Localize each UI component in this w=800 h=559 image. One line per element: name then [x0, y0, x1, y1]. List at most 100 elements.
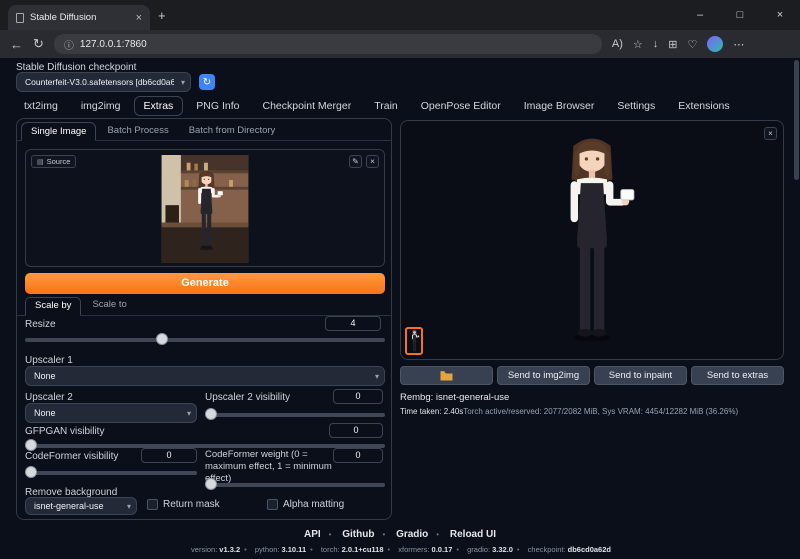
version-value: 3.10.11 — [282, 545, 307, 554]
upscaler1-value: None — [34, 371, 56, 381]
tab-settings[interactable]: Settings — [607, 96, 665, 116]
main-tab-bar: txt2img img2img Extras PNG Info Checkpoi… — [14, 96, 740, 116]
separator-dot: • — [310, 545, 313, 554]
alpha-matting-option[interactable]: Alpha matting — [267, 499, 344, 510]
slider-handle[interactable] — [156, 333, 168, 345]
tab-scale-by[interactable]: Scale by — [25, 297, 81, 316]
more-menu-icon[interactable]: ⋯ — [733, 38, 744, 51]
alpha-matting-checkbox[interactable] — [267, 499, 278, 510]
slider-handle[interactable] — [205, 408, 217, 420]
tab-img2img[interactable]: img2img — [71, 96, 131, 116]
folder-icon — [440, 370, 453, 381]
open-folder-button[interactable] — [400, 366, 493, 385]
send-to-extras-button[interactable]: Send to extras — [691, 366, 784, 385]
slider-track[interactable] — [205, 483, 385, 487]
tab-image-browser[interactable]: Image Browser — [514, 96, 605, 116]
version-key: version: — [191, 545, 217, 554]
upscaler1-dropdown[interactable]: None ▾ — [25, 366, 385, 386]
slider-handle[interactable] — [25, 466, 37, 478]
new-tab-button[interactable]: + — [158, 8, 166, 23]
codeformer-weight-slider[interactable] — [205, 478, 385, 490]
upscaler2-visibility-slider[interactable] — [205, 408, 385, 420]
result-image[interactable] — [536, 131, 648, 345]
resize-slider[interactable] — [25, 333, 385, 345]
tab-txt2img[interactable]: txt2img — [14, 96, 68, 116]
footer-link-gradio[interactable]: Gradio — [396, 529, 428, 540]
read-aloud-icon[interactable]: A) — [612, 38, 623, 50]
alpha-matting-label: Alpha matting — [283, 499, 344, 510]
footer-link-reload-ui[interactable]: Reload UI — [450, 529, 496, 540]
return-mask-option[interactable]: Return mask — [147, 499, 220, 510]
codeformer-visibility-slider[interactable] — [25, 466, 197, 478]
tab-title: Stable Diffusion — [30, 12, 130, 23]
tab-checkpoint-merger[interactable]: Checkpoint Merger — [252, 96, 361, 116]
codeformer-weight-number-input[interactable]: 0 — [333, 448, 383, 463]
send-to-img2img-button[interactable]: Send to img2img — [497, 366, 590, 385]
slider-handle[interactable] — [25, 439, 37, 451]
browser-tab[interactable]: Stable Diffusion × — [8, 5, 150, 30]
rembg-info: Rembg: isnet-general-use — [400, 392, 509, 403]
slider-track[interactable] — [25, 471, 197, 475]
browser-titlebar: Stable Diffusion × + – □ × — [0, 0, 800, 30]
minimize-button[interactable]: – — [680, 0, 720, 30]
tab-train[interactable]: Train — [364, 96, 408, 116]
window-controls: – □ × — [680, 0, 800, 30]
downloads-icon[interactable]: ↓ — [653, 38, 659, 50]
slider-handle[interactable] — [205, 478, 217, 490]
slider-track[interactable] — [25, 338, 385, 342]
subtab-batch-process[interactable]: Batch Process — [98, 122, 177, 140]
tab-openpose-editor[interactable]: OpenPose Editor — [411, 96, 511, 116]
version-value: 0.0.17 — [432, 545, 453, 554]
address-bar[interactable]: ⓘ 127.0.0.1:7860 — [54, 34, 602, 54]
send-to-inpaint-button[interactable]: Send to inpaint — [594, 366, 687, 385]
separator-dot: • — [329, 530, 332, 539]
favorites-star-icon[interactable]: ☆ — [633, 38, 643, 51]
source-image[interactable] — [161, 155, 249, 263]
thumbnail-image — [408, 329, 421, 353]
extras-subtab-bar: Single Image Batch Process Batch from Di… — [17, 119, 391, 141]
codeformer-visibility-number-input[interactable]: 0 — [141, 448, 197, 463]
resize-label: Resize — [25, 319, 56, 330]
footer-link-api[interactable]: API — [304, 529, 321, 540]
gfpgan-number-input[interactable]: 0 — [329, 423, 383, 438]
remove-background-dropdown[interactable]: isnet-general-use ▾ — [25, 497, 137, 515]
slider-track[interactable] — [25, 444, 385, 448]
tab-scale-to[interactable]: Scale to — [83, 297, 135, 315]
upscaler2-dropdown[interactable]: None ▾ — [25, 403, 197, 423]
checkpoint-dropdown[interactable]: Counterfeit-V3.0.safetensors [db6cd0a62d… — [16, 72, 191, 92]
separator-dot: • — [388, 545, 391, 554]
close-button[interactable]: × — [760, 0, 800, 30]
return-mask-checkbox[interactable] — [147, 499, 158, 510]
browser-essentials-icon[interactable]: ♡ — [688, 38, 698, 51]
edit-image-icon[interactable]: ✎ — [349, 155, 362, 168]
subtab-single-image[interactable]: Single Image — [21, 122, 96, 141]
separator-dot: • — [244, 545, 247, 554]
upscaler2-visibility-label: Upscaler 2 visibility — [205, 392, 290, 403]
source-image-dropzone[interactable]: ▤ Source ✎ × — [25, 149, 385, 267]
back-icon[interactable]: ← — [10, 37, 23, 52]
maximize-button[interactable]: □ — [720, 0, 760, 30]
separator-dot: • — [436, 530, 439, 539]
gallery-close-icon[interactable]: × — [764, 127, 777, 140]
generate-button[interactable]: Generate — [25, 273, 385, 294]
upscaler2-visibility-number-input[interactable]: 0 — [333, 389, 383, 404]
refresh-checkpoints-button[interactable]: ↻ — [199, 74, 215, 90]
tab-extras[interactable]: Extras — [134, 96, 184, 116]
tab-close-icon[interactable]: × — [136, 12, 142, 24]
chevron-down-icon: ▾ — [127, 502, 131, 511]
tab-png-info[interactable]: PNG Info — [186, 96, 249, 116]
extensions-icon[interactable]: ⊞ — [668, 38, 677, 51]
output-gallery: × — [400, 120, 784, 360]
site-info-icon[interactable]: ⓘ — [64, 37, 74, 52]
tab-extensions[interactable]: Extensions — [668, 96, 739, 116]
resize-number-input[interactable]: 4 — [325, 316, 381, 331]
slider-track[interactable] — [205, 413, 385, 417]
reload-icon[interactable]: ↻ — [33, 36, 44, 52]
clear-image-icon[interactable]: × — [366, 155, 379, 168]
footer-link-github[interactable]: Github — [342, 529, 374, 540]
subtab-batch-from-directory[interactable]: Batch from Directory — [180, 122, 285, 140]
profile-avatar[interactable] — [707, 36, 723, 52]
gallery-thumbnail-selected[interactable] — [405, 327, 423, 355]
chevron-down-icon: ▾ — [187, 409, 191, 418]
gfpgan-visibility-label: GFPGAN visibility — [25, 426, 104, 437]
